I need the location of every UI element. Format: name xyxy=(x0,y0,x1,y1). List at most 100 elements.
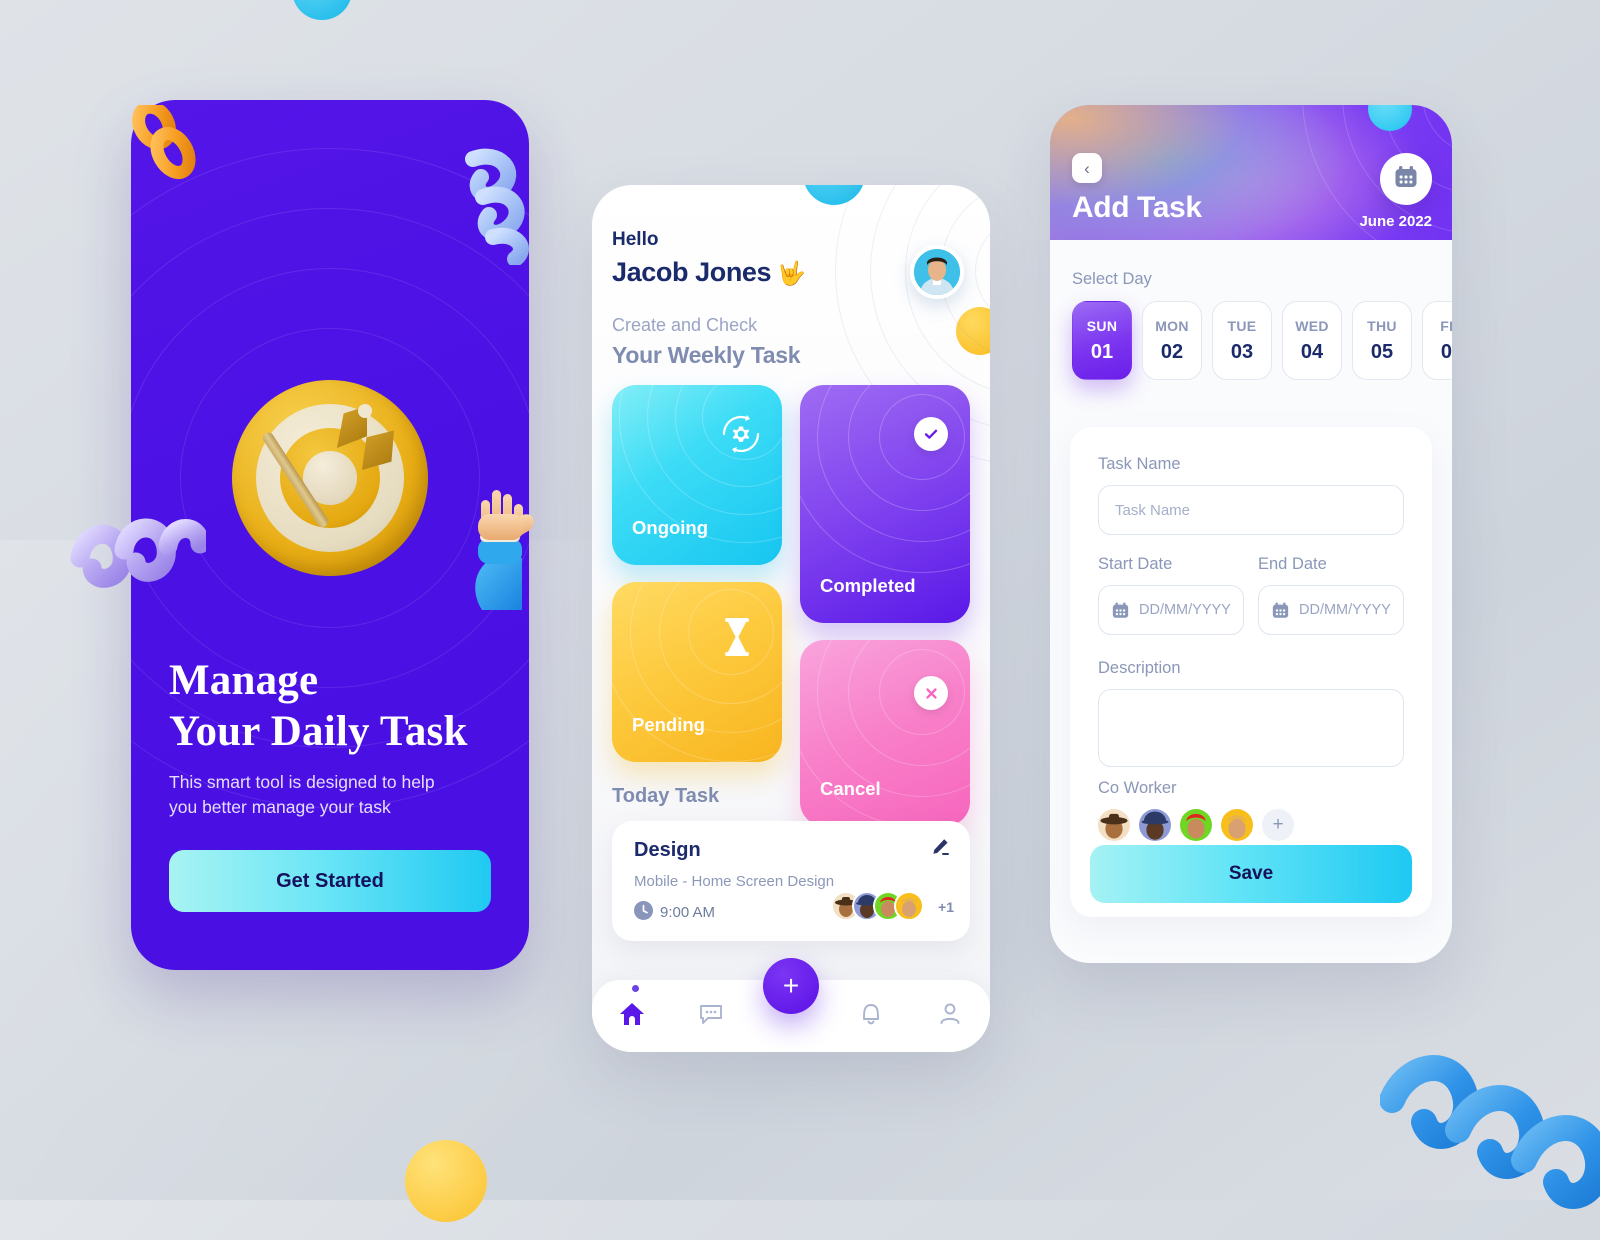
day-number: 03 xyxy=(1230,340,1254,363)
description-input[interactable] xyxy=(1098,689,1404,767)
status-card-ongoing[interactable]: Ongoing xyxy=(612,385,782,565)
day-number: 06 xyxy=(1440,340,1452,363)
close-circle-icon xyxy=(914,676,948,710)
home-icon xyxy=(619,1001,645,1032)
add-coworker-button[interactable]: + xyxy=(1262,809,1294,841)
day-of-week: SUN xyxy=(1086,317,1118,334)
check-circle-icon xyxy=(914,417,948,451)
edit-icon[interactable] xyxy=(931,837,950,856)
status-card-label: Pending xyxy=(632,714,705,735)
nav-item-home[interactable] xyxy=(592,1001,672,1032)
nav-item-profile[interactable] xyxy=(910,1001,990,1032)
chat-icon xyxy=(698,1001,724,1032)
get-started-button[interactable]: Get Started xyxy=(169,850,491,912)
page-title: Manage Your Daily Task xyxy=(169,656,479,757)
day-of-week: FRI xyxy=(1440,317,1452,334)
calendar-icon xyxy=(1393,164,1419,195)
wave-emoji-icon: 🤟 xyxy=(777,260,806,286)
nav-item-notifications[interactable] xyxy=(831,1001,911,1032)
page-title: Add Task xyxy=(1072,191,1202,224)
day-option-thu[interactable]: THU 05 xyxy=(1352,301,1412,380)
task-subtitle: Mobile - Home Screen Design xyxy=(634,873,835,890)
coworker-avatar[interactable] xyxy=(1139,809,1171,841)
task-time: 9:00 AM xyxy=(660,904,716,921)
day-number: 05 xyxy=(1370,340,1394,363)
decor-yellow-sphere-bottom xyxy=(405,1140,487,1222)
decor-cyan-sphere-top xyxy=(292,0,352,20)
calendar-icon xyxy=(1271,601,1290,620)
day-option-fri[interactable]: FRI 06 xyxy=(1422,301,1452,380)
day-number: 04 xyxy=(1300,340,1324,363)
add-task-fab-button[interactable]: + xyxy=(763,958,819,1014)
task-name-label: Task Name xyxy=(1098,455,1181,473)
user-name-text: Jacob Jones xyxy=(612,257,772,287)
select-day-label: Select Day xyxy=(1072,270,1152,288)
task-member-avatars[interactable] xyxy=(831,891,924,921)
status-card-cancel[interactable]: Cancel xyxy=(800,640,970,826)
avatar[interactable] xyxy=(910,245,964,299)
day-number: 01 xyxy=(1090,340,1114,363)
day-option-mon[interactable]: MON 02 xyxy=(1142,301,1202,380)
back-button[interactable]: ‹ xyxy=(1072,153,1102,183)
section-title: Your Weekly Task xyxy=(612,342,801,368)
start-date-placeholder: DD/MM/YYYY xyxy=(1139,602,1231,618)
section-kicker: Create and Check xyxy=(612,315,758,335)
day-number: 02 xyxy=(1160,340,1184,363)
task-card[interactable]: Design Mobile - Home Screen Design 9:00 … xyxy=(612,821,970,941)
calendar-button[interactable] xyxy=(1380,153,1432,205)
person-icon xyxy=(937,1001,963,1032)
status-card-completed[interactable]: Completed xyxy=(800,385,970,623)
dartboard-illustration xyxy=(232,380,428,576)
nav-item-chat[interactable] xyxy=(672,1001,752,1032)
end-date-placeholder: DD/MM/YYYY xyxy=(1299,602,1391,618)
status-card-pending[interactable]: Pending xyxy=(612,582,782,762)
home-screen: Hello Jacob Jones 🤟 Create and Check Your… xyxy=(592,185,990,1052)
start-date-label: Start Date xyxy=(1098,555,1173,573)
day-selector: SUN 01 MON 02 TUE 03 WED 04 THU 05 FRI 0… xyxy=(1072,301,1452,380)
today-task-section-title: Today Task xyxy=(612,785,720,807)
nav-active-dot xyxy=(632,985,639,992)
day-of-week: THU xyxy=(1367,317,1397,334)
task-title: Design xyxy=(634,839,701,861)
day-option-tue[interactable]: TUE 03 xyxy=(1212,301,1272,380)
hourglass-icon xyxy=(722,618,752,661)
bell-icon xyxy=(858,1001,884,1032)
coworker-avatar[interactable] xyxy=(1221,809,1253,841)
onboarding-subtitle: This smart tool is designed to help you … xyxy=(169,772,435,818)
day-of-week: TUE xyxy=(1227,317,1257,334)
day-option-wed[interactable]: WED 04 xyxy=(1282,301,1342,380)
status-card-label: Completed xyxy=(820,575,916,596)
start-date-field[interactable]: DD/MM/YYYY xyxy=(1098,585,1244,635)
clock-icon xyxy=(634,901,653,920)
calendar-icon xyxy=(1111,601,1130,620)
coworker-avatar[interactable] xyxy=(1098,809,1130,841)
decor-lavender-spiral-top-icon xyxy=(455,145,545,267)
user-name: Jacob Jones 🤟 xyxy=(612,257,806,288)
bottom-navigation: + xyxy=(592,958,990,1052)
decor-blue-spiral-icon xyxy=(1379,1010,1600,1220)
coworker-avatars: + xyxy=(1098,809,1294,841)
decor-lavender-spiral-left-icon xyxy=(66,500,210,600)
save-button[interactable]: Save xyxy=(1090,845,1412,903)
coworker-avatar[interactable] xyxy=(1180,809,1212,841)
day-of-week: MON xyxy=(1155,317,1189,334)
member-avatar xyxy=(894,891,924,921)
description-label: Description xyxy=(1098,659,1181,677)
chevron-left-icon: ‹ xyxy=(1084,158,1090,178)
headline-line-2: Your Daily Task xyxy=(169,707,468,755)
status-card-label: Cancel xyxy=(820,778,881,799)
headline-line-1: Manage xyxy=(169,657,319,704)
day-option-sun[interactable]: SUN 01 xyxy=(1072,301,1132,380)
decor-waving-hand-icon xyxy=(460,480,552,615)
day-of-week: WED xyxy=(1295,317,1329,334)
task-name-input[interactable] xyxy=(1098,485,1404,535)
gear-refresh-icon xyxy=(718,411,764,462)
add-task-form: Task Name Start Date DD/MM/YYYY End Date xyxy=(1070,427,1432,917)
add-task-screen: ‹ Add Task June 2022 Select Day SUN 01 M… xyxy=(1050,105,1452,963)
end-date-label: End Date xyxy=(1258,555,1327,573)
status-card-label: Ongoing xyxy=(632,517,709,538)
end-date-field[interactable]: DD/MM/YYYY xyxy=(1258,585,1404,635)
extra-members-count: +1 xyxy=(938,899,954,915)
month-label: June 2022 xyxy=(1359,213,1432,230)
coworker-label: Co Worker xyxy=(1098,779,1177,797)
